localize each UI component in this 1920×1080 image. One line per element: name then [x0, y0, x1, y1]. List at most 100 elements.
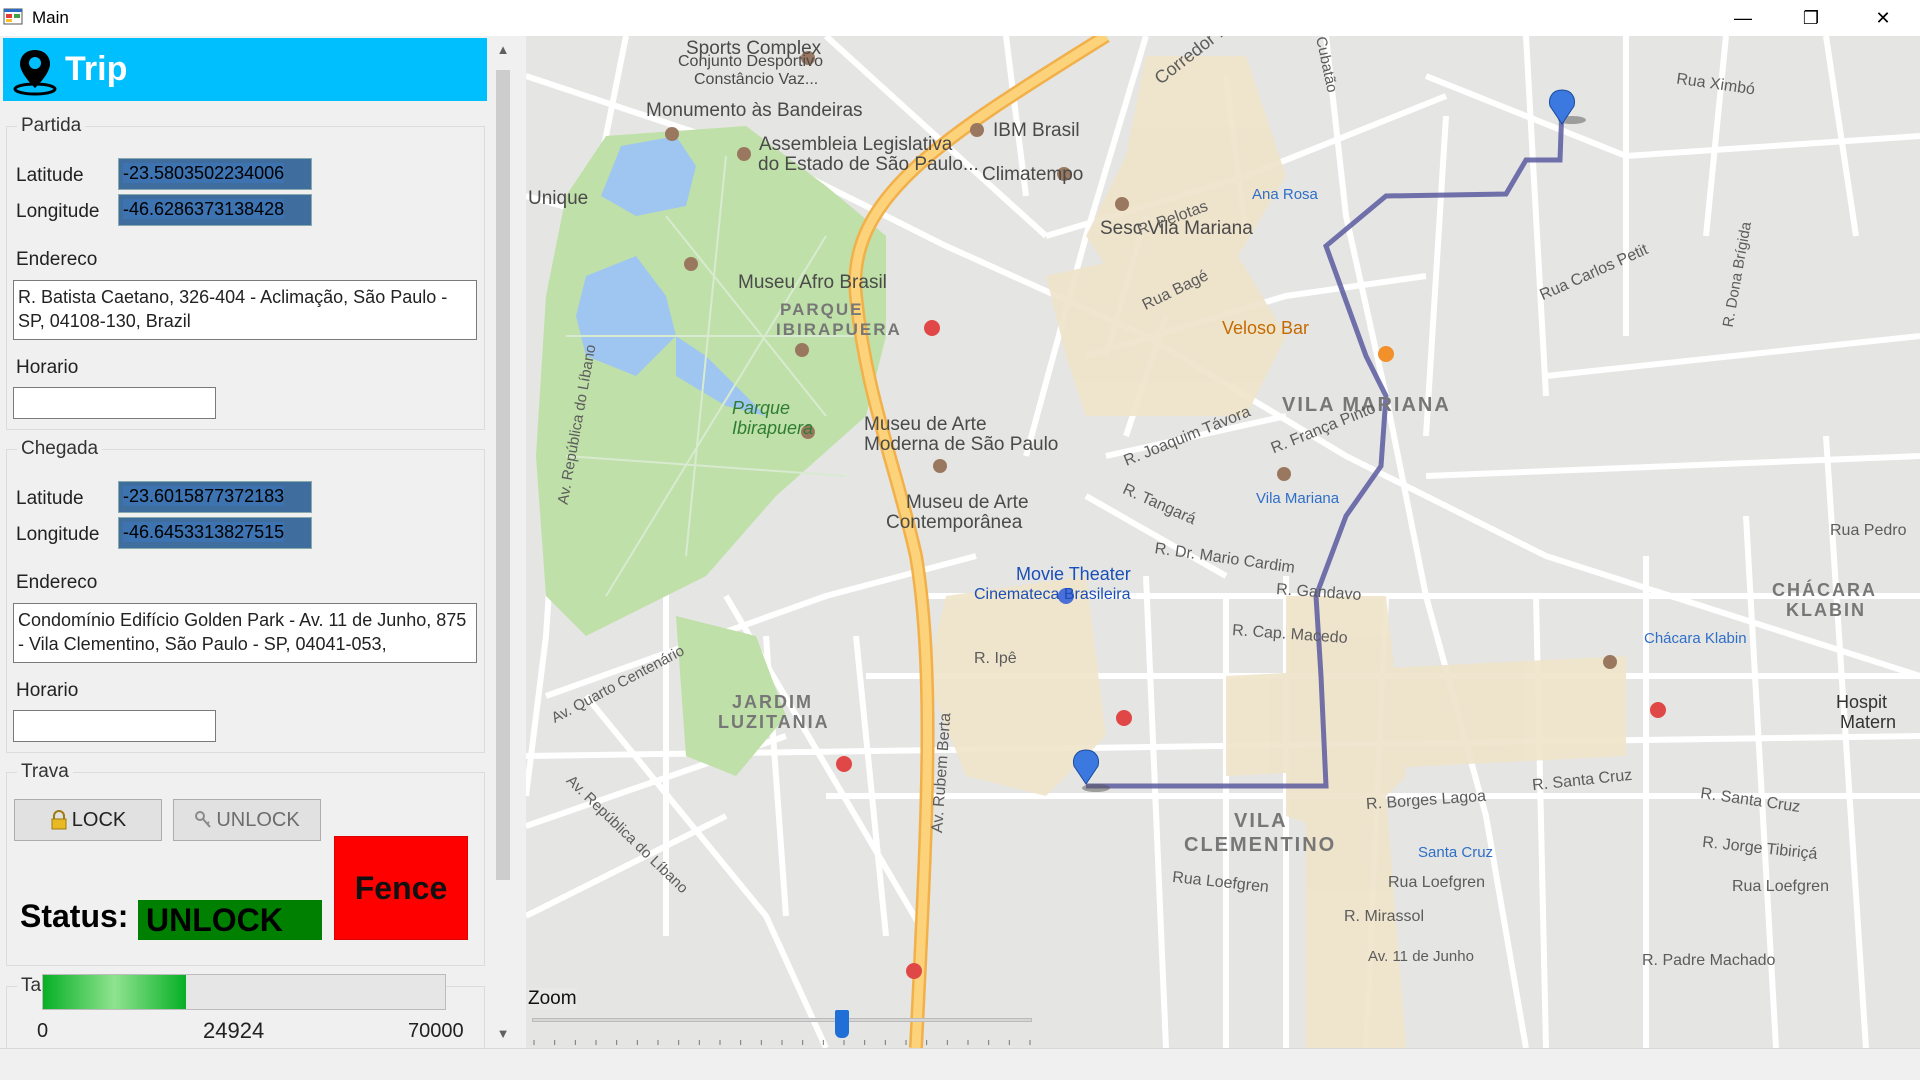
- status-label: Status:: [20, 898, 129, 934]
- map-label-movie: Movie Theater: [1016, 564, 1131, 584]
- minimize-button[interactable]: —: [1714, 0, 1772, 36]
- partida-latitude-label: Latitude: [16, 165, 84, 186]
- map-label-mam: Museu de Arte: [864, 414, 987, 435]
- partida-address-field[interactable]: R. Batista Caetano, 326-404 - Aclimação,…: [13, 280, 477, 340]
- map-label-unique: Unique: [528, 188, 589, 209]
- map-label-mirassol: R. Mirassol: [1344, 908, 1425, 925]
- map-label-jardim: JARDIM: [732, 692, 814, 712]
- map-label-vila-clem: VILA: [1234, 810, 1288, 832]
- partida-longitude-field[interactable]: -46.6286373138428: [118, 194, 312, 226]
- panel-scrollbar[interactable]: ▲ ▼: [490, 36, 516, 1048]
- partida-longitude-value: -46.6286373138428: [123, 199, 285, 219]
- map-label-r-ipe: R. Ipê: [974, 650, 1017, 667]
- partida-latitude-field[interactable]: -23.5803502234006: [118, 158, 312, 190]
- partida-group: Partida Latitude -23.5803502234006 Longi…: [6, 115, 485, 430]
- padlock-icon: [51, 810, 67, 830]
- map-label-loefgren3: Rua Loefgren: [1732, 878, 1829, 895]
- app-icon: [3, 8, 23, 25]
- unlock-label: UNLOCK: [216, 808, 300, 831]
- status-badge: UNLOCK: [138, 900, 322, 940]
- zoom-slider-thumb[interactable]: [835, 1010, 849, 1038]
- chegada-latitude-field[interactable]: -23.6015877372183: [118, 481, 312, 513]
- partida-legend: Partida: [17, 115, 86, 137]
- main-window: Main — ❐ ✕ Trip Partida Latitude -23.580…: [0, 0, 1920, 1080]
- map-label-padre: R. Padre Machado: [1642, 952, 1776, 969]
- chegada-longitude-field[interactable]: -46.6453313827515: [118, 517, 312, 549]
- map-label-mam2: Moderna de São Paulo: [864, 434, 1059, 455]
- tank-min-label: 0: [37, 1020, 49, 1042]
- partida-horario-field[interactable]: [13, 387, 216, 419]
- chegada-horario-field[interactable]: [13, 710, 216, 742]
- map-label-veloso: Veloso Bar: [1222, 318, 1310, 338]
- fence-button[interactable]: Fence: [334, 836, 468, 940]
- scroll-thumb[interactable]: [496, 70, 510, 880]
- chegada-endereco-label: Endereco: [16, 572, 98, 593]
- map-label-afro: Museu Afro Brasil: [738, 272, 887, 293]
- map-label-sports3: Constâncio Vaz...: [694, 71, 819, 88]
- partida-latitude-value: -23.5803502234006: [123, 163, 285, 183]
- map-label-ana-rosa: Ana Rosa: [1252, 186, 1318, 203]
- maximize-button[interactable]: ❐: [1782, 0, 1840, 36]
- map-label-chacara-station: Chácara Klabin: [1644, 630, 1747, 647]
- tank-level-bar: [42, 974, 446, 1010]
- map-label-monumento: Monumento às Bandeiras: [646, 100, 863, 121]
- trip-panel: Trip Partida Latitude -23.5803502234006 …: [0, 36, 490, 1048]
- window-title: Main: [32, 8, 69, 27]
- zoom-label: Zoom: [528, 988, 577, 1010]
- map-label-parque-ibira: PARQUE: [780, 300, 864, 319]
- chegada-horario-label: Horario: [16, 680, 79, 701]
- map-label-hospital: Hospit: [1836, 692, 1888, 712]
- map-label-chacara2: KLABIN: [1786, 600, 1866, 620]
- partida-endereco-label: Endereco: [16, 249, 98, 270]
- scroll-down-icon[interactable]: ▼: [490, 1020, 516, 1046]
- close-button[interactable]: ✕: [1854, 0, 1912, 36]
- title-bar: Main — ❐ ✕: [0, 0, 1920, 36]
- map-label-assembleia2: do Estado de São Paulo...: [758, 154, 979, 175]
- map-label-climatempo: Climatempo: [982, 164, 1084, 185]
- chegada-latitude-value: -23.6015877372183: [123, 486, 285, 506]
- chegada-group: Chegada Latitude -23.6015877372183 Longi…: [6, 438, 485, 753]
- map-label-mac: Museu de Arte: [906, 492, 1029, 513]
- map-label-assembleia: Assembleia Legislativa: [759, 134, 953, 155]
- map-label-vila-mariana-station: Vila Mariana: [1256, 490, 1340, 507]
- map-label-rua-pedro: Rua Pedro: [1830, 522, 1907, 539]
- map-label-mac2: Contemporânea: [886, 512, 1023, 533]
- unlock-button[interactable]: UNLOCK: [173, 799, 321, 841]
- map-label-hospital2: Matern: [1840, 712, 1897, 732]
- map-label-sports2: Conjunto Desportivo: [678, 53, 823, 70]
- map-label-loefgren2: Rua Loefgren: [1388, 874, 1485, 891]
- chegada-latitude-label: Latitude: [16, 488, 84, 509]
- chegada-legend: Chegada: [17, 438, 103, 460]
- lock-button[interactable]: LOCK: [14, 799, 162, 841]
- trava-legend: Trava: [17, 761, 73, 783]
- lock-label: LOCK: [71, 808, 127, 831]
- partida-horario-label: Horario: [16, 357, 79, 378]
- chegada-address-field[interactable]: Condomínio Edifício Golden Park - Av. 11…: [13, 603, 477, 663]
- map-label-jardim2: LUZITANIA: [718, 712, 830, 732]
- map-label-parque-ibira2: IBIRAPUERA: [776, 320, 902, 339]
- trip-header: Trip: [3, 38, 487, 101]
- zoom-slider[interactable]: [532, 1018, 1032, 1022]
- map-label-ibm: IBM Brasil: [993, 120, 1080, 141]
- map-label-parque2: Ibirapuera: [732, 418, 814, 438]
- status-bar: [0, 1048, 1920, 1080]
- partida-longitude-label: Longitude: [16, 201, 100, 222]
- map-label-cinemateca: Cinemateca Brasileira: [974, 586, 1131, 603]
- scroll-up-icon[interactable]: ▲: [490, 36, 516, 62]
- map-label-vila-clem2: CLEMENTINO: [1184, 834, 1337, 856]
- map-label-chacara: CHÁCARA: [1772, 580, 1877, 600]
- map-label-junho: Av. 11 de Junho: [1368, 948, 1474, 965]
- key-icon: [195, 811, 212, 828]
- chegada-longitude-value: -46.6453313827515: [123, 522, 285, 542]
- trip-title: Trip: [65, 50, 128, 88]
- zoom-ticks: [533, 1040, 1031, 1045]
- location-pin-icon: [13, 50, 57, 96]
- chegada-longitude-label: Longitude: [16, 524, 100, 545]
- map-view[interactable]: Sports Complex Conjunto Desportivo Const…: [526, 36, 1920, 1048]
- tank-value-label: 24924: [203, 1018, 265, 1043]
- tank-level-fill: [43, 975, 187, 1009]
- map-label-parque: Parque: [732, 398, 791, 418]
- map-label-santa-cruz-station: Santa Cruz: [1418, 844, 1494, 861]
- map-canvas: [526, 36, 1920, 1048]
- tank-max-label: 70000: [408, 1020, 464, 1042]
